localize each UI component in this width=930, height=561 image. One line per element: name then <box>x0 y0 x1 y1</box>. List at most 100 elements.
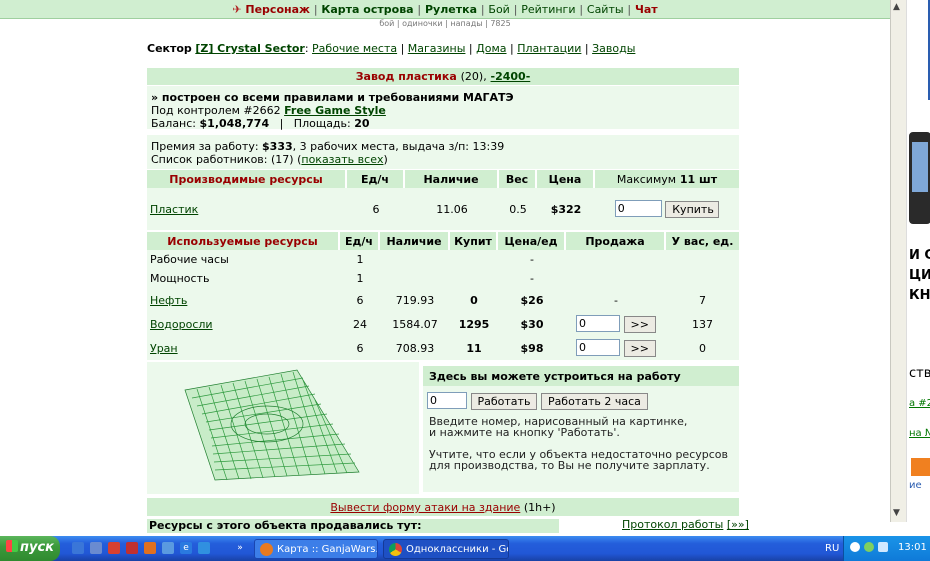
work-button[interactable]: Работать <box>470 392 538 410</box>
ie-icon[interactable]: e <box>180 542 192 554</box>
sale-cell: >> <box>566 312 666 336</box>
resource-link-uranium[interactable]: Уран <box>150 342 178 355</box>
resource-link-algae[interactable]: Водоросли <box>150 318 213 331</box>
side-orange-bar <box>911 458 930 476</box>
sell-button[interactable]: >> <box>623 315 656 333</box>
taskbar-task-firefox[interactable]: Карта :: GanjaWars.... <box>254 539 378 559</box>
tray-icon[interactable] <box>864 542 874 552</box>
factory-id-link[interactable]: -2400- <box>491 70 531 83</box>
nav-chat[interactable]: Чат <box>635 3 658 16</box>
show-all-workers-link[interactable]: показать всех <box>301 153 383 166</box>
vertical-scrollbar[interactable]: ▲ ▼ <box>890 0 906 522</box>
side-text: И СЕ <box>909 248 930 263</box>
nav-ratings[interactable]: Рейтинги <box>521 3 575 16</box>
buy-button[interactable]: Купить <box>665 200 720 218</box>
subnav-singles[interactable]: одиночки <box>402 19 443 28</box>
mail-icon[interactable] <box>162 542 174 554</box>
app-icon[interactable] <box>198 542 210 554</box>
taskbar-task-chrome[interactable]: Одноклассники - Go... <box>383 539 509 559</box>
workers-label: Список работников: (17) <box>151 153 294 166</box>
nav-roulette[interactable]: Рулетка <box>425 3 477 16</box>
sector-link-workplaces[interactable]: Рабочие места <box>312 42 397 55</box>
subnav-battle[interactable]: бой <box>379 19 394 28</box>
premium-value: $333 <box>262 140 293 153</box>
used-resources-table: Используемые ресурсы Ед/ч Наличие Купит … <box>147 232 739 360</box>
person-icon: ✈ <box>232 3 242 16</box>
col-header: Наличие <box>380 232 450 250</box>
col-header: Вес <box>499 170 537 188</box>
nav-battle[interactable]: Бой <box>488 3 509 16</box>
sector-link-plantations[interactable]: Плантации <box>517 42 581 55</box>
col-header: Ед/ч <box>347 170 405 188</box>
sector-label: Сектор <box>147 42 192 55</box>
tray-icon[interactable] <box>878 542 888 552</box>
chevron-icon[interactable]: » <box>234 542 246 554</box>
work-2-hours-button[interactable]: Работать 2 часа <box>540 392 648 410</box>
col-header: У вас, ед. <box>666 232 739 250</box>
sector-link-shops[interactable]: Магазины <box>408 42 466 55</box>
attack-form-link[interactable]: Вывести форму атаки на здание <box>330 501 520 514</box>
windows-logo-icon <box>6 540 18 552</box>
tray-icon[interactable] <box>850 542 860 552</box>
show-desktop-icon[interactable] <box>72 542 84 554</box>
resource-link-plastic[interactable]: Пластик <box>150 203 198 216</box>
balance-label: Баланс: <box>151 117 197 130</box>
subnav-attacks[interactable]: напады <box>450 19 482 28</box>
max-value: 11 шт <box>679 172 718 186</box>
cell-buy: 11 <box>450 336 498 360</box>
cell-rate: 1 <box>340 269 380 288</box>
side-link[interactable]: на № <box>909 428 930 439</box>
nav-sites[interactable]: Сайты <box>587 3 624 16</box>
start-button[interactable]: пуск <box>0 536 60 561</box>
factory-balance-line: Баланс: $1,048,774 | Площадь: 20 <box>151 117 370 130</box>
work-protocol-link[interactable]: Протокол работы <box>622 518 723 531</box>
sector-link-houses[interactable]: Дома <box>476 42 506 55</box>
app-icon[interactable] <box>126 542 138 554</box>
cell-stock <box>380 250 450 269</box>
protocol-more-link[interactable]: [»»] <box>727 518 749 531</box>
col-header: Цена/ед <box>498 232 566 250</box>
sold-here-header: Ресурсы с этого объекта продавались тут: <box>147 519 559 533</box>
language-indicator[interactable]: RU <box>825 543 839 554</box>
cell-buy: 1295 <box>450 312 498 336</box>
sell-button[interactable]: >> <box>623 339 656 357</box>
nav-separator: | <box>480 3 485 16</box>
owner-link[interactable]: Free Game Style <box>284 104 386 117</box>
cell-price: $30 <box>498 312 566 336</box>
scroll-up-icon[interactable]: ▲ <box>893 2 900 12</box>
firefox-quick-icon[interactable] <box>144 542 156 554</box>
side-blue-bar <box>907 0 930 100</box>
buy-cell: Купить <box>595 188 739 230</box>
side-text: ЦИС <box>909 268 930 283</box>
media-icon[interactable] <box>108 542 120 554</box>
sell-quantity-input[interactable] <box>576 315 621 333</box>
side-link[interactable]: а #2 <box>909 398 930 409</box>
sell-quantity-input[interactable] <box>576 339 621 357</box>
resource-link-oil[interactable]: Нефть <box>150 294 187 307</box>
scroll-down-icon[interactable]: ▼ <box>893 508 900 518</box>
task-label: Карта :: GanjaWars.... <box>277 544 378 555</box>
task-label: Одноклассники - Go... <box>406 544 508 555</box>
clock[interactable]: 13:01 <box>898 542 927 553</box>
premium-line: Премия за работу: $333, 3 рабочих места,… <box>151 140 735 153</box>
sub-nav: бой | одиночки | напады | 7825 <box>379 19 511 28</box>
cell-stock: 708.93 <box>380 336 450 360</box>
sector-name-link[interactable]: [Z] Crystal Sector <box>195 42 305 55</box>
col-header-max: Максимум 11 шт <box>595 170 739 188</box>
buy-quantity-input[interactable] <box>614 200 662 218</box>
nav-island-map[interactable]: Карта острова <box>321 3 413 16</box>
nav-character[interactable]: Персонаж <box>245 3 310 16</box>
messenger-icon[interactable] <box>90 542 102 554</box>
table-row: Рабочие часы 1 - <box>147 250 739 269</box>
factory-control: Под контролем #2662 Free Game Style <box>151 104 735 117</box>
col-header: Ед/ч <box>340 232 380 250</box>
note-line: для производства, то Вы не получите зарп… <box>429 459 710 472</box>
cell-sale <box>566 269 666 288</box>
cell-have <box>666 250 739 269</box>
cell-rate: 24 <box>340 312 380 336</box>
work-controls: Работать Работать 2 часа <box>427 392 648 410</box>
col-header: Наличие <box>405 170 499 188</box>
work-note-2: Учтите, что если у объекта недостаточно … <box>429 449 728 471</box>
captcha-input[interactable] <box>427 392 467 409</box>
sector-link-factories[interactable]: Заводы <box>592 42 635 55</box>
